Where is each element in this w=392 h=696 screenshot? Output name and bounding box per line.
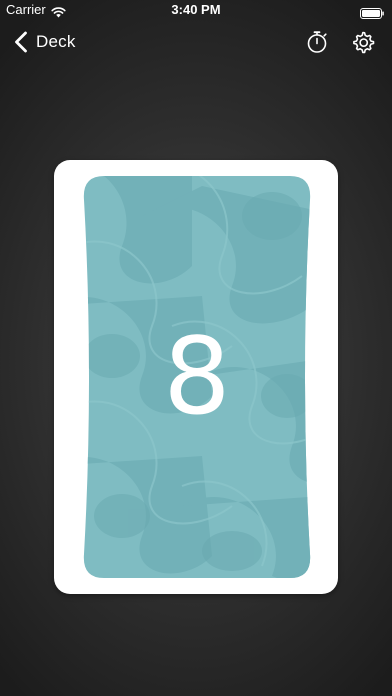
back-label: Deck [36, 32, 76, 51]
status-bar: Carrier 3:40 PM [0, 0, 392, 20]
gear-icon [350, 31, 376, 59]
timer-button[interactable] [304, 29, 330, 55]
card-value: 8 [163, 315, 231, 438]
settings-button[interactable] [350, 29, 376, 55]
status-time: 3:40 PM [171, 2, 221, 17]
back-button[interactable]: Deck [14, 28, 76, 56]
navigation-bar: Deck [0, 20, 392, 64]
chevron-left-icon [14, 31, 28, 53]
timer-icon [304, 31, 330, 59]
battery-icon [360, 5, 384, 19]
